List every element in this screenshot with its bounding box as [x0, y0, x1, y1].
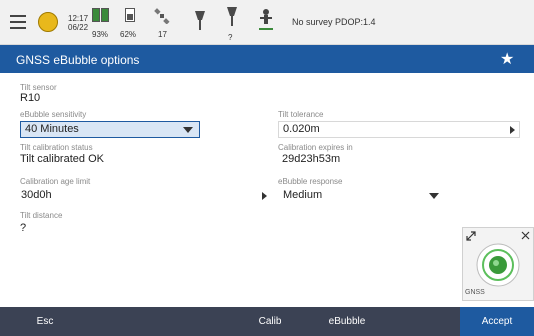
star-icon[interactable]: ★ [500, 49, 514, 69]
ebubble-widget[interactable]: GNSS [462, 227, 534, 301]
calib-expires-value: 29d23h53m [282, 153, 341, 165]
ebubble-label: GNSS [465, 289, 485, 296]
chevron-down-icon [429, 193, 439, 199]
tilt-sensor-label: Tilt sensor [20, 83, 57, 92]
receiver-battery[interactable]: 62% [120, 0, 142, 44]
satellite-count: 17 [158, 30, 167, 39]
battery-icon [101, 8, 109, 22]
sensitivity-dropdown[interactable]: 40 Minutes [20, 121, 200, 138]
unknown-count: ? [228, 33, 233, 42]
title-bar: GNSS eBubble options ★ [0, 45, 534, 73]
gnss-status-icon[interactable] [36, 0, 60, 44]
response-value: Medium [283, 189, 323, 201]
radio-link[interactable] [192, 0, 210, 44]
status-time: 12:17 [68, 14, 89, 23]
radio-icon [195, 11, 205, 30]
calib-age-field[interactable]: 30d0h [20, 187, 270, 204]
response-label: eBubble response [278, 177, 343, 186]
response-dropdown[interactable]: Medium [278, 187, 450, 204]
person-icon [259, 9, 273, 30]
expand-icon[interactable] [466, 231, 476, 241]
survey-mode[interactable] [256, 0, 276, 44]
page-title: GNSS eBubble options [16, 53, 140, 67]
sensitivity-label: eBubble sensitivity [20, 110, 87, 119]
controller-battery[interactable]: 93% [88, 0, 118, 44]
status-date: 06/22 [68, 23, 89, 32]
tilt-tolerance-value: 0.020m [283, 123, 320, 135]
calib-status-value: Tilt calibrated OK [20, 153, 104, 165]
calib-age-label: Calibration age limit [20, 177, 91, 186]
close-icon[interactable] [521, 231, 530, 240]
menu-icon[interactable] [8, 0, 28, 44]
ebubble-button[interactable]: eBubble [312, 307, 382, 336]
status-bar: 12:17 06/22 93% 62% 17 ? No survey PDOP:… [0, 0, 534, 45]
tilt-distance-label: Tilt distance [20, 211, 63, 220]
battery-icon [125, 8, 135, 22]
tilt-sensor-value: R10 [20, 92, 41, 104]
form-area: Tilt sensor R10 eBubble sensitivity 40 M… [0, 73, 534, 307]
calib-age-value: 30d0h [21, 189, 52, 201]
tilt-tolerance-field[interactable]: 0.020m [278, 121, 520, 138]
calib-status-label: Tilt calibration status [20, 143, 93, 152]
esc-button[interactable]: Esc [0, 307, 90, 336]
satellite-icon [154, 8, 170, 24]
tilt-distance-value: ? [20, 222, 27, 234]
bottom-bar: Esc Calib eBubble Accept [0, 307, 534, 336]
battery-icon [92, 8, 100, 22]
calib-button[interactable]: Calib [240, 307, 300, 336]
calib-expires-label: Calibration expires in [278, 143, 353, 152]
battery-left-label: 93% [92, 30, 109, 39]
antenna-icon [227, 7, 237, 26]
antenna[interactable]: ? [224, 0, 242, 44]
sensitivity-value: 40 Minutes [25, 123, 79, 135]
accept-button[interactable]: Accept [460, 307, 534, 336]
battery-right-label: 62% [120, 30, 137, 39]
tilt-tolerance-label: Tilt tolerance [278, 110, 324, 119]
chevron-right-icon [262, 192, 267, 200]
chevron-right-icon [510, 126, 515, 134]
ebubble-icon [476, 243, 520, 287]
satellites[interactable]: 17 [152, 0, 180, 44]
survey-status[interactable]: No survey PDOP:1.4 [292, 18, 376, 27]
chevron-down-icon [183, 127, 193, 133]
